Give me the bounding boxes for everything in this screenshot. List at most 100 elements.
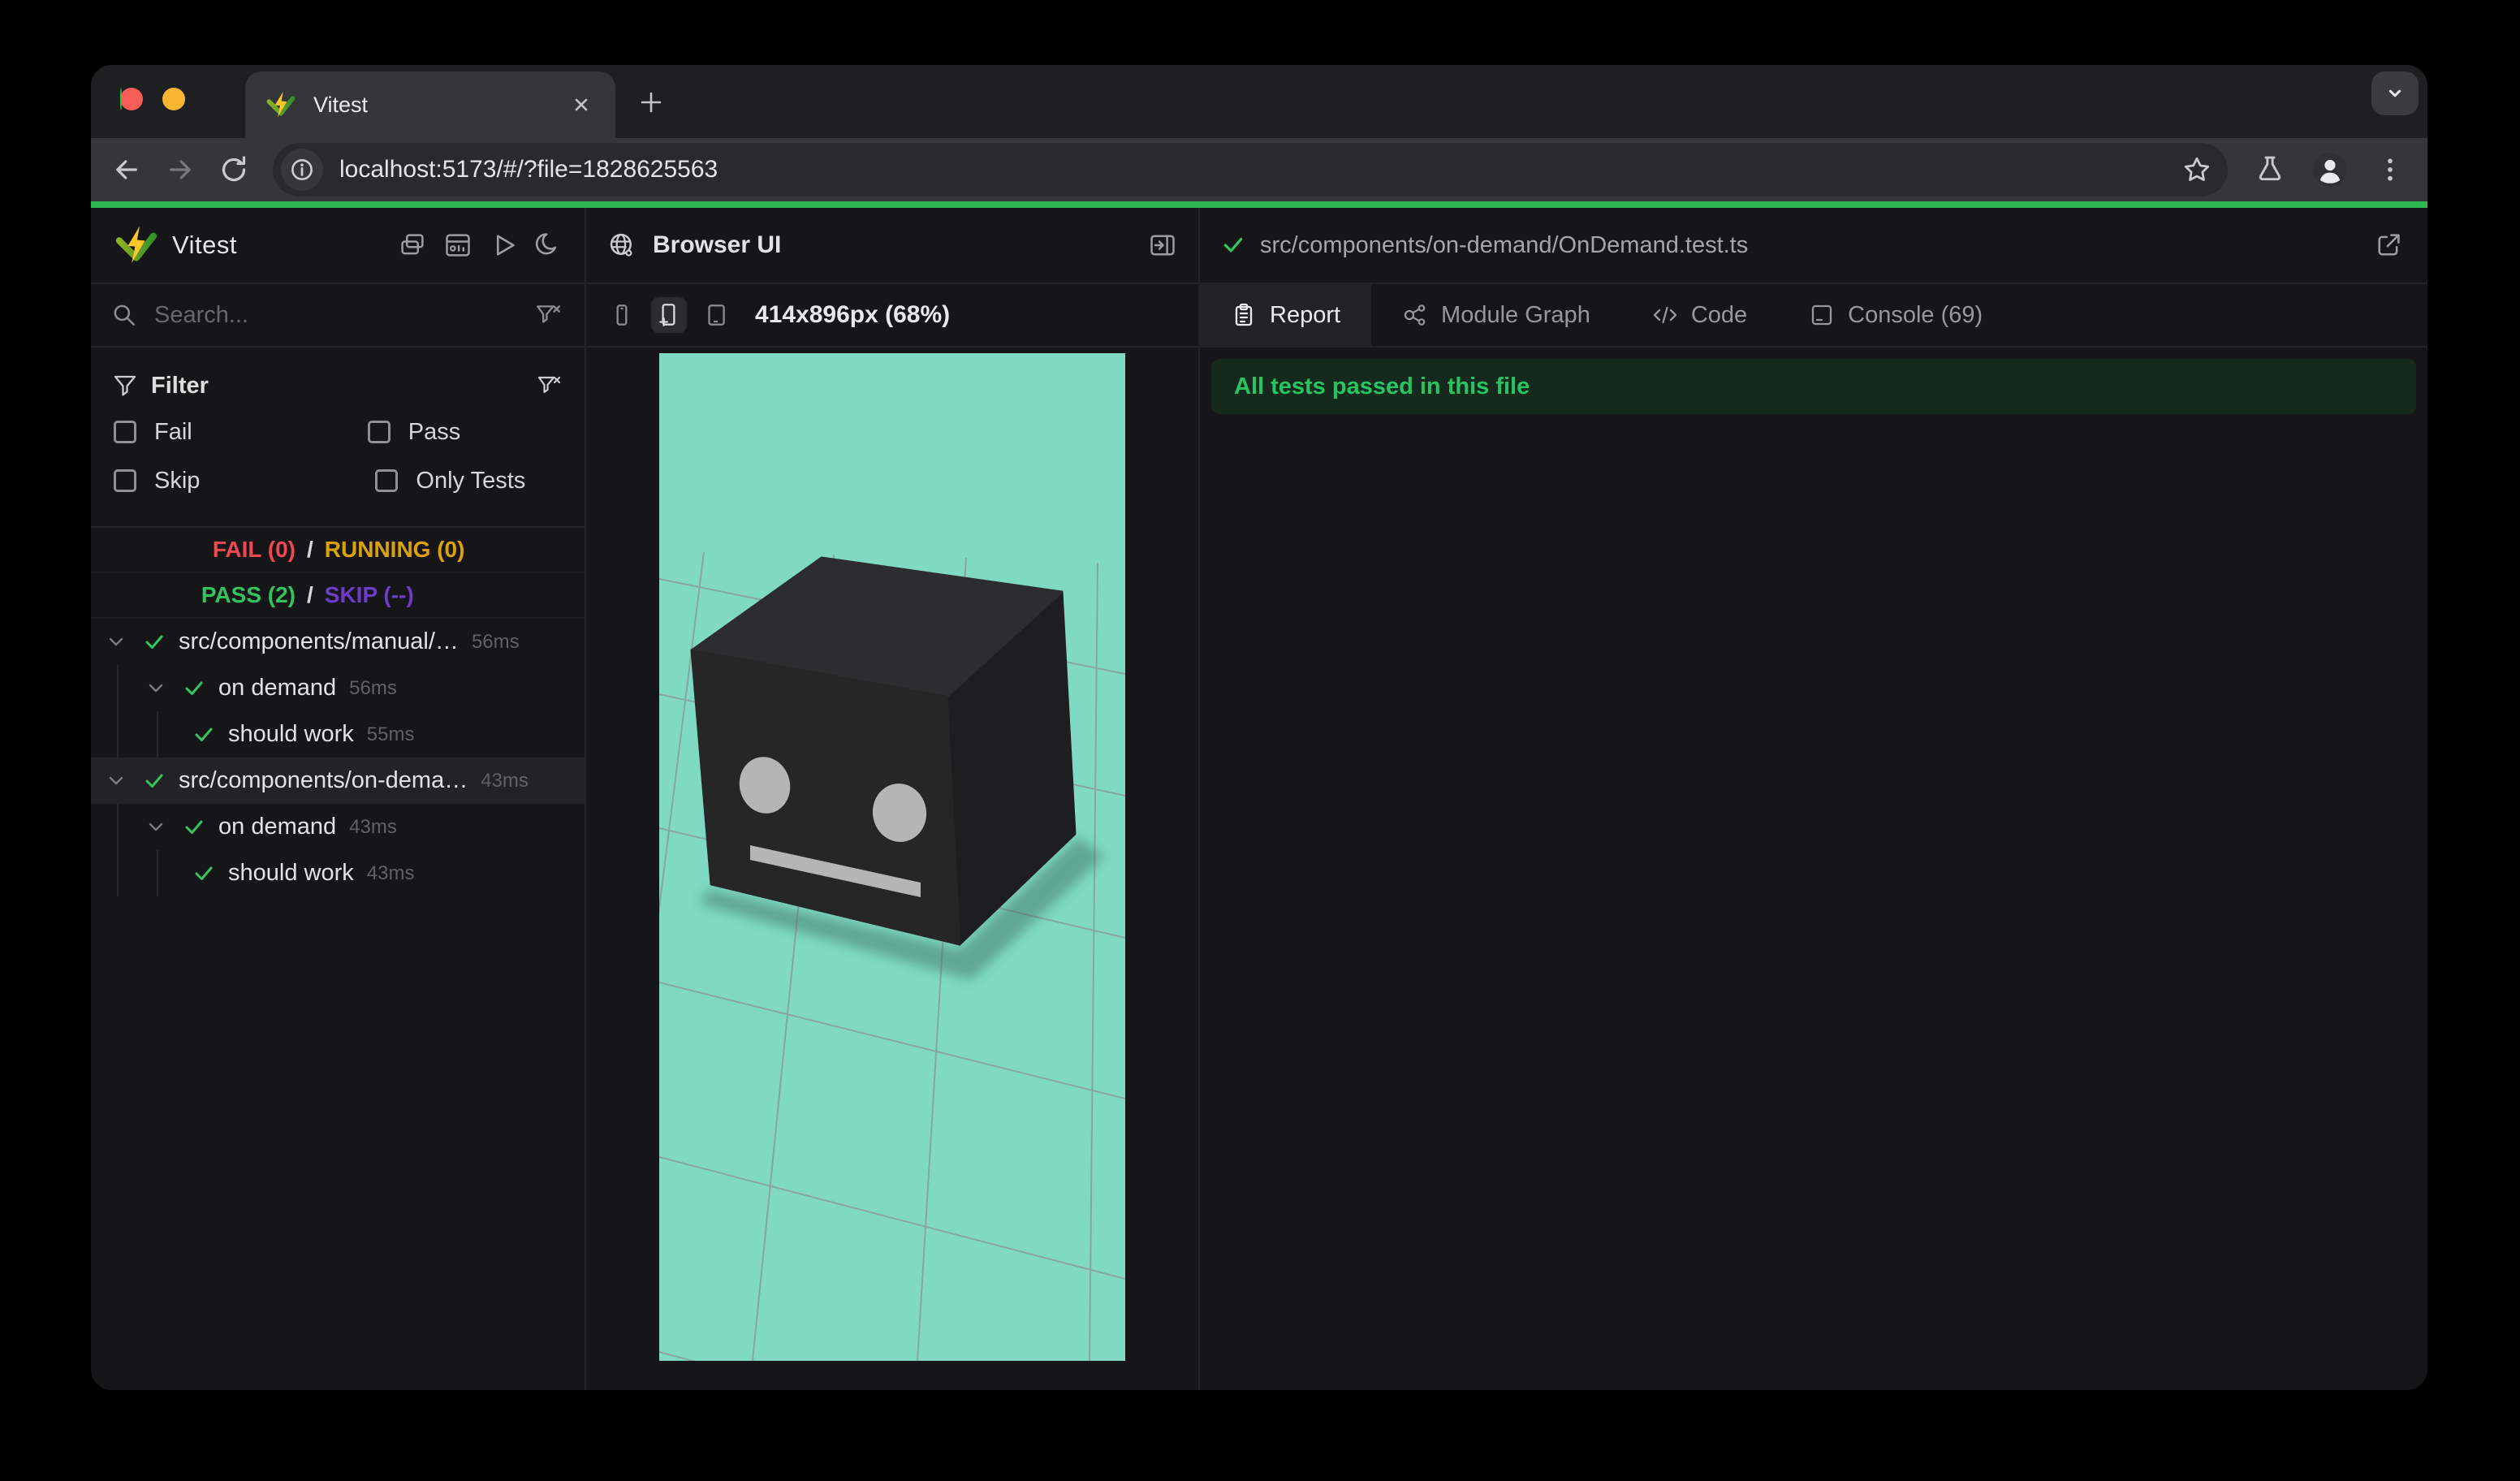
code-icon xyxy=(1652,302,1678,328)
test-progress-bar xyxy=(91,201,2427,208)
chevron-down-icon[interactable] xyxy=(106,771,127,792)
test-summary: FAIL (0) / RUNNING (0) PASS (2) / SKIP (… xyxy=(91,528,585,619)
clear-filter-icon[interactable] xyxy=(534,301,562,329)
tree-row-suite[interactable]: on demand 43ms xyxy=(91,804,585,850)
filter-label-fail[interactable]: Fail xyxy=(154,419,192,446)
checkbox-fail[interactable] xyxy=(114,421,136,443)
summary-slash: / xyxy=(307,537,313,562)
tab-console[interactable]: Console (69) xyxy=(1778,284,2013,346)
url-text[interactable]: localhost:5173/#/?file=1828625563 xyxy=(339,156,2181,184)
test-name: should work xyxy=(228,860,354,886)
pass-check-icon xyxy=(143,631,166,654)
clear-filter-icon[interactable] xyxy=(536,373,562,399)
preview-viewport[interactable] xyxy=(659,353,1125,1361)
chevron-down-icon xyxy=(2383,81,2407,106)
back-button[interactable] xyxy=(109,152,145,188)
filter-label-skip[interactable]: Skip xyxy=(154,468,200,494)
test-duration: 43ms xyxy=(366,861,415,884)
tree-indent-guide xyxy=(117,804,119,850)
tree-indent-guide xyxy=(157,711,158,758)
tab-module-graph[interactable]: Module Graph xyxy=(1371,284,1621,346)
summary-pass: PASS (2) xyxy=(201,582,296,607)
reload-button[interactable] xyxy=(216,152,252,188)
new-tab-button[interactable] xyxy=(636,88,666,117)
forward-button[interactable] xyxy=(162,152,198,188)
pass-check-icon xyxy=(183,677,205,700)
filter-label-pass[interactable]: Pass xyxy=(408,419,460,446)
tab-report[interactable]: Report xyxy=(1200,284,1372,346)
vitest-ui: Vitest Search... Filter Fail Pass Skip O… xyxy=(91,208,2427,1390)
experiments-flask-icon[interactable] xyxy=(2252,152,2288,188)
pass-check-icon xyxy=(183,816,205,839)
browser-ui-panel: Browser UI 414x896px (68%) xyxy=(586,208,1200,1390)
close-window-button[interactable] xyxy=(120,88,143,110)
test-duration: 56ms xyxy=(471,630,520,653)
address-bar[interactable]: localhost:5173/#/?file=1828625563 xyxy=(273,143,2228,196)
browser-tab[interactable]: Vitest xyxy=(245,71,615,138)
chevron-down-icon[interactable] xyxy=(106,632,127,653)
tree-row-test[interactable]: should work 43ms xyxy=(91,850,585,896)
vitest-logo-icon xyxy=(115,224,158,266)
globe-icon xyxy=(607,231,636,260)
device-preset-tablet-icon[interactable] xyxy=(698,297,734,333)
tree-row-file-selected[interactable]: src/components/on-dema… 43ms xyxy=(91,758,585,804)
checkbox-skip[interactable] xyxy=(114,469,136,492)
tab-search-button[interactable] xyxy=(2371,71,2419,115)
sidebar: Vitest Search... Filter Fail Pass Skip O… xyxy=(91,208,586,1390)
test-file-name: src/components/on-dema… xyxy=(179,767,468,793)
file-pass-check-icon xyxy=(1221,233,1245,257)
module-graph-icon xyxy=(1402,302,1428,328)
search-bar[interactable]: Search... xyxy=(91,284,585,348)
search-input[interactable]: Search... xyxy=(154,302,515,329)
test-file-name: src/components/manual/… xyxy=(179,628,459,654)
test-name: should work xyxy=(228,721,354,747)
minimize-window-button[interactable] xyxy=(162,88,185,110)
dashboard-windows-icon[interactable] xyxy=(398,231,427,260)
test-duration: 56ms xyxy=(349,676,397,699)
summary-running: RUNNING (0) xyxy=(324,537,465,562)
search-icon xyxy=(110,301,138,329)
robot-cube xyxy=(690,556,1077,946)
report-layout-icon[interactable] xyxy=(443,231,472,260)
checkbox-only-tests[interactable] xyxy=(375,469,399,492)
summary-fail: FAIL (0) xyxy=(212,537,296,562)
pass-check-icon xyxy=(143,770,166,792)
test-duration: 43ms xyxy=(349,815,397,838)
open-external-icon[interactable] xyxy=(2374,231,2403,260)
viewport-toolbar: 414x896px (68%) xyxy=(586,284,1198,348)
filter-title: Filter xyxy=(151,372,209,399)
tab-code-label: Code xyxy=(1690,301,1748,328)
checkbox-pass[interactable] xyxy=(367,421,391,443)
tab-module-graph-label: Module Graph xyxy=(1441,301,1590,328)
tab-report-label: Report xyxy=(1270,301,1341,328)
tab-close-icon[interactable] xyxy=(568,92,594,118)
device-preset-phone-icon[interactable] xyxy=(651,297,687,333)
menu-kebab-icon[interactable] xyxy=(2372,152,2408,188)
bookmark-star-icon[interactable] xyxy=(2181,153,2213,186)
tab-title: Vitest xyxy=(313,92,369,117)
funnel-icon xyxy=(112,373,138,399)
site-info-icon[interactable] xyxy=(281,149,323,191)
summary-skip: SKIP (--) xyxy=(324,582,414,607)
tree-row-test[interactable]: should work 55ms xyxy=(91,711,585,758)
maximize-window-button[interactable] xyxy=(120,88,122,110)
summary-slash: / xyxy=(307,582,313,607)
report-tab-bar: Report Module Graph Code Console (69) xyxy=(1200,284,2427,348)
sidebar-header: Vitest xyxy=(91,208,585,284)
dark-mode-moon-icon[interactable] xyxy=(534,231,563,260)
preview-3d-scene xyxy=(659,353,1125,1361)
filter-label-only-tests[interactable]: Only Tests xyxy=(416,468,525,494)
pass-check-icon xyxy=(192,862,215,885)
tree-row-suite[interactable]: on demand 56ms xyxy=(91,665,585,711)
run-all-play-icon[interactable] xyxy=(489,231,518,260)
chevron-down-icon[interactable] xyxy=(145,817,166,838)
chevron-down-icon[interactable] xyxy=(145,678,166,699)
device-preset-small-phone-icon[interactable] xyxy=(604,297,640,333)
dock-panel-icon[interactable] xyxy=(1148,231,1177,260)
window-controls xyxy=(120,88,185,110)
app-title: Vitest xyxy=(172,231,237,259)
profile-avatar-icon[interactable] xyxy=(2312,152,2348,188)
tree-row-file[interactable]: src/components/manual/… 56ms xyxy=(91,619,585,665)
tab-code[interactable]: Code xyxy=(1621,284,1778,346)
browser-toolbar: localhost:5173/#/?file=1828625563 xyxy=(91,138,2427,201)
